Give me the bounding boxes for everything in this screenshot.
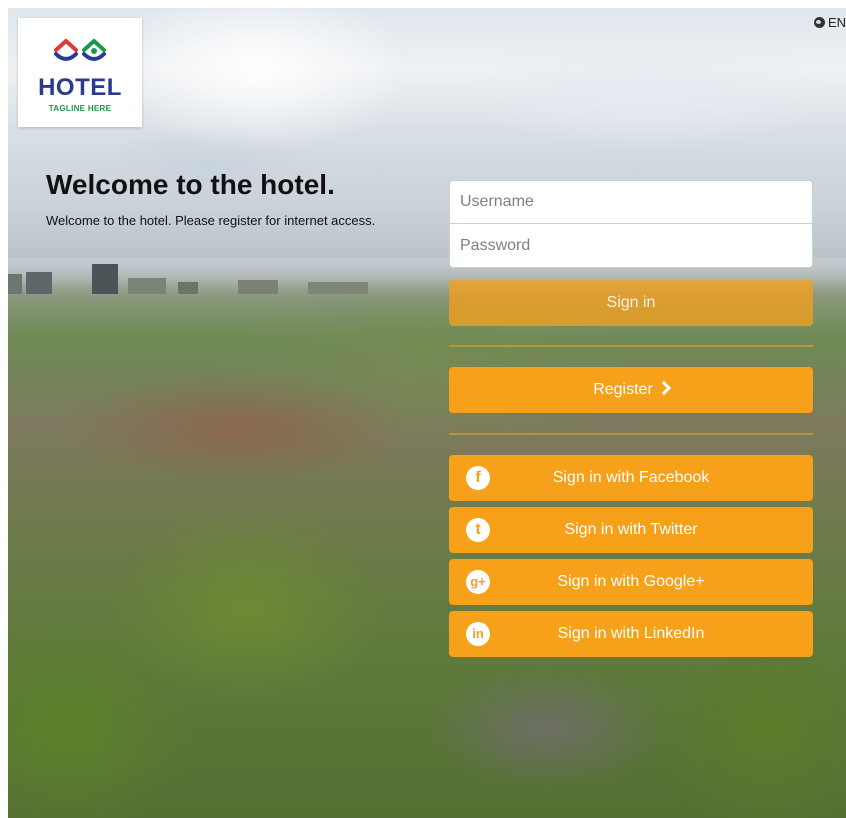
sign-in-button[interactable]: Sign in: [449, 280, 813, 326]
facebook-sign-in-label: Sign in with Facebook: [552, 469, 710, 486]
google-plus-icon: g+: [466, 570, 490, 594]
facebook-sign-in-button[interactable]: f Sign in with Facebook: [449, 455, 813, 501]
google-plus-sign-in-label: Sign in with Google+: [557, 573, 705, 590]
register-button[interactable]: Register: [449, 367, 813, 413]
linkedin-icon: in: [466, 622, 490, 646]
hotel-logo-icon: [54, 39, 106, 61]
twitter-sign-in-label: Sign in with Twitter: [564, 521, 698, 538]
chevron-right-icon: [656, 380, 671, 396]
logo-tagline: TAGLINE HERE: [48, 104, 112, 113]
background-photo: HOTEL TAGLINE HERE EN Welcome to the hot…: [8, 8, 846, 818]
twitter-icon: t: [466, 518, 490, 542]
password-input[interactable]: [449, 224, 813, 268]
username-input[interactable]: [449, 180, 813, 224]
google-plus-sign-in-button[interactable]: g+ Sign in with Google+: [449, 559, 813, 605]
linkedin-sign-in-label: Sign in with LinkedIn: [557, 625, 705, 642]
page-subtitle: Welcome to the hotel. Please register fo…: [46, 213, 376, 228]
city-skyline: [8, 264, 368, 294]
register-label: Register: [593, 381, 653, 398]
linkedin-sign-in-button[interactable]: in Sign in with LinkedIn: [449, 611, 813, 657]
logo-name: HOTEL: [38, 74, 122, 101]
divider: [449, 433, 813, 435]
facebook-icon: f: [466, 466, 490, 490]
hotel-logo[interactable]: HOTEL TAGLINE HERE: [18, 18, 142, 127]
divider: [449, 345, 813, 347]
twitter-sign-in-button[interactable]: t Sign in with Twitter: [449, 507, 813, 553]
login-form: [449, 180, 813, 268]
page-title: Welcome to the hotel.: [46, 169, 335, 200]
language-label: EN: [827, 15, 846, 30]
globe-icon: [813, 17, 825, 28]
sign-in-label: Sign in: [606, 294, 656, 311]
language-selector[interactable]: EN: [813, 15, 846, 30]
